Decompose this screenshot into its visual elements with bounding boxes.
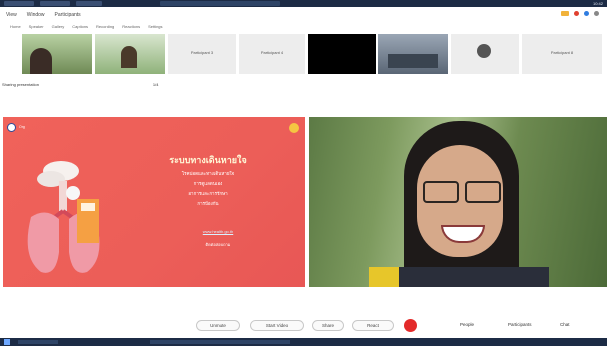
taskbar-search-input[interactable] <box>18 340 58 344</box>
menu-bar: View Window Participants <box>0 9 607 21</box>
slide-footer: ติดต่อสอบถาม <box>205 242 231 247</box>
toolbar-item-reactions[interactable]: Reactions <box>122 24 140 29</box>
sharing-info-bar: Sharing presentation 1/4 <box>2 77 302 91</box>
live-indicator-icon <box>574 11 579 16</box>
glasses-left-icon <box>423 181 459 203</box>
slide-line-2: การดูแลตนเอง <box>193 181 223 186</box>
profile-picture-icon <box>477 44 491 58</box>
org-logo-icon <box>7 123 16 132</box>
menu-item-participants[interactable]: Participants <box>55 12 81 18</box>
toolbar-item-settings[interactable]: Settings <box>148 24 162 29</box>
participant-tile-1[interactable] <box>22 34 92 74</box>
reactions-label: React <box>367 323 379 328</box>
sun-icon <box>289 123 299 133</box>
taskbar-clock: 10:42 <box>592 1 603 6</box>
top-taskbar: 10:42 <box>0 0 607 7</box>
speaker-video <box>309 117 607 287</box>
participant-avatar <box>121 46 137 68</box>
recording-indicator-icon <box>561 11 569 16</box>
participant-tile-7[interactable] <box>451 34 519 74</box>
status-indicator-icon <box>584 11 589 16</box>
toolbar-item-captions[interactable]: Captions <box>72 24 88 29</box>
taskbar-running-apps[interactable] <box>160 1 280 6</box>
bottom-taskbar <box>0 338 607 346</box>
slide-line-1: โรคปอดและทางเดินหายใจ <box>181 171 235 176</box>
taskbar-tab-1[interactable] <box>4 1 34 6</box>
unmute-button[interactable]: Unmute <box>196 320 240 331</box>
yellow-object <box>369 267 399 287</box>
slide-line-3: อาการและการรักษา <box>188 191 228 196</box>
participant-tile-5[interactable] <box>308 34 376 74</box>
participant-name: Participant 3 <box>190 50 214 55</box>
org-label: Org <box>19 125 25 129</box>
chat-button[interactable]: Chat <box>560 322 570 327</box>
taskbar-tab-3[interactable] <box>76 1 102 6</box>
sharing-label: Sharing presentation <box>2 81 39 87</box>
room-video-icon <box>388 54 438 68</box>
participant-name: Participant 8 <box>550 50 574 55</box>
start-menu-icon[interactable] <box>4 339 10 345</box>
participant-tile-4[interactable]: Participant 4 <box>239 34 305 74</box>
participant-tile-3[interactable]: Participant 3 <box>168 34 236 74</box>
participant-strip: Participant 3 Participant 4 Participant … <box>0 34 607 74</box>
meeting-controls: Unmute Start Video Share React People Pa… <box>0 316 607 336</box>
share-count: 1/4 <box>152 81 159 87</box>
taskbar-tab-2[interactable] <box>40 1 70 6</box>
participant-tile-2[interactable] <box>95 34 165 74</box>
speaker-shirt <box>379 267 549 287</box>
people-button[interactable]: People <box>460 322 474 327</box>
start-video-label: Start Video <box>265 323 289 328</box>
leave-call-button[interactable] <box>404 319 417 332</box>
participant-tile-6[interactable] <box>378 34 448 74</box>
slide-body: โรคปอดและทางเดินหายใจ การดูแลตนเอง อาการ… <box>138 169 278 209</box>
share-button[interactable]: Share <box>312 320 344 331</box>
shared-slide: Org ระบบทางเดินหายใจ โรคปอดและทางเดินหาย… <box>3 117 305 287</box>
participant-avatar <box>30 48 52 74</box>
slide-link[interactable]: www.health.go.th <box>163 229 273 234</box>
participant-name: Participant 4 <box>260 50 284 55</box>
toolbar-item-recording[interactable]: Recording <box>96 24 114 29</box>
slide-line-4: การป้องกัน <box>197 201 219 206</box>
unmute-label: Unmute <box>210 323 226 328</box>
meeting-toolbar: Home Speaker Gallery Captions Recording … <box>0 22 607 31</box>
toolbar-item-speaker[interactable]: Speaker <box>29 24 44 29</box>
menu-item-view[interactable]: View <box>6 12 17 18</box>
menu-item-window[interactable]: Window <box>27 12 45 18</box>
taskbar-pinned-apps[interactable] <box>150 340 290 344</box>
participants-button[interactable]: Participants <box>508 322 532 327</box>
more-icon[interactable] <box>594 11 599 16</box>
start-video-button[interactable]: Start Video <box>250 320 304 331</box>
glasses-right-icon <box>465 181 501 203</box>
window-controls <box>561 11 599 16</box>
toolbar-item-home[interactable]: Home <box>10 24 21 29</box>
reactions-button[interactable]: React <box>352 320 394 331</box>
lungs-illustration <box>27 161 100 273</box>
toolbar-item-gallery[interactable]: Gallery <box>52 24 65 29</box>
share-label: Share <box>321 323 334 328</box>
slide-title: ระบบทางเดินหายใจ <box>169 155 247 165</box>
participant-tile-8[interactable]: Participant 8 <box>522 34 602 74</box>
